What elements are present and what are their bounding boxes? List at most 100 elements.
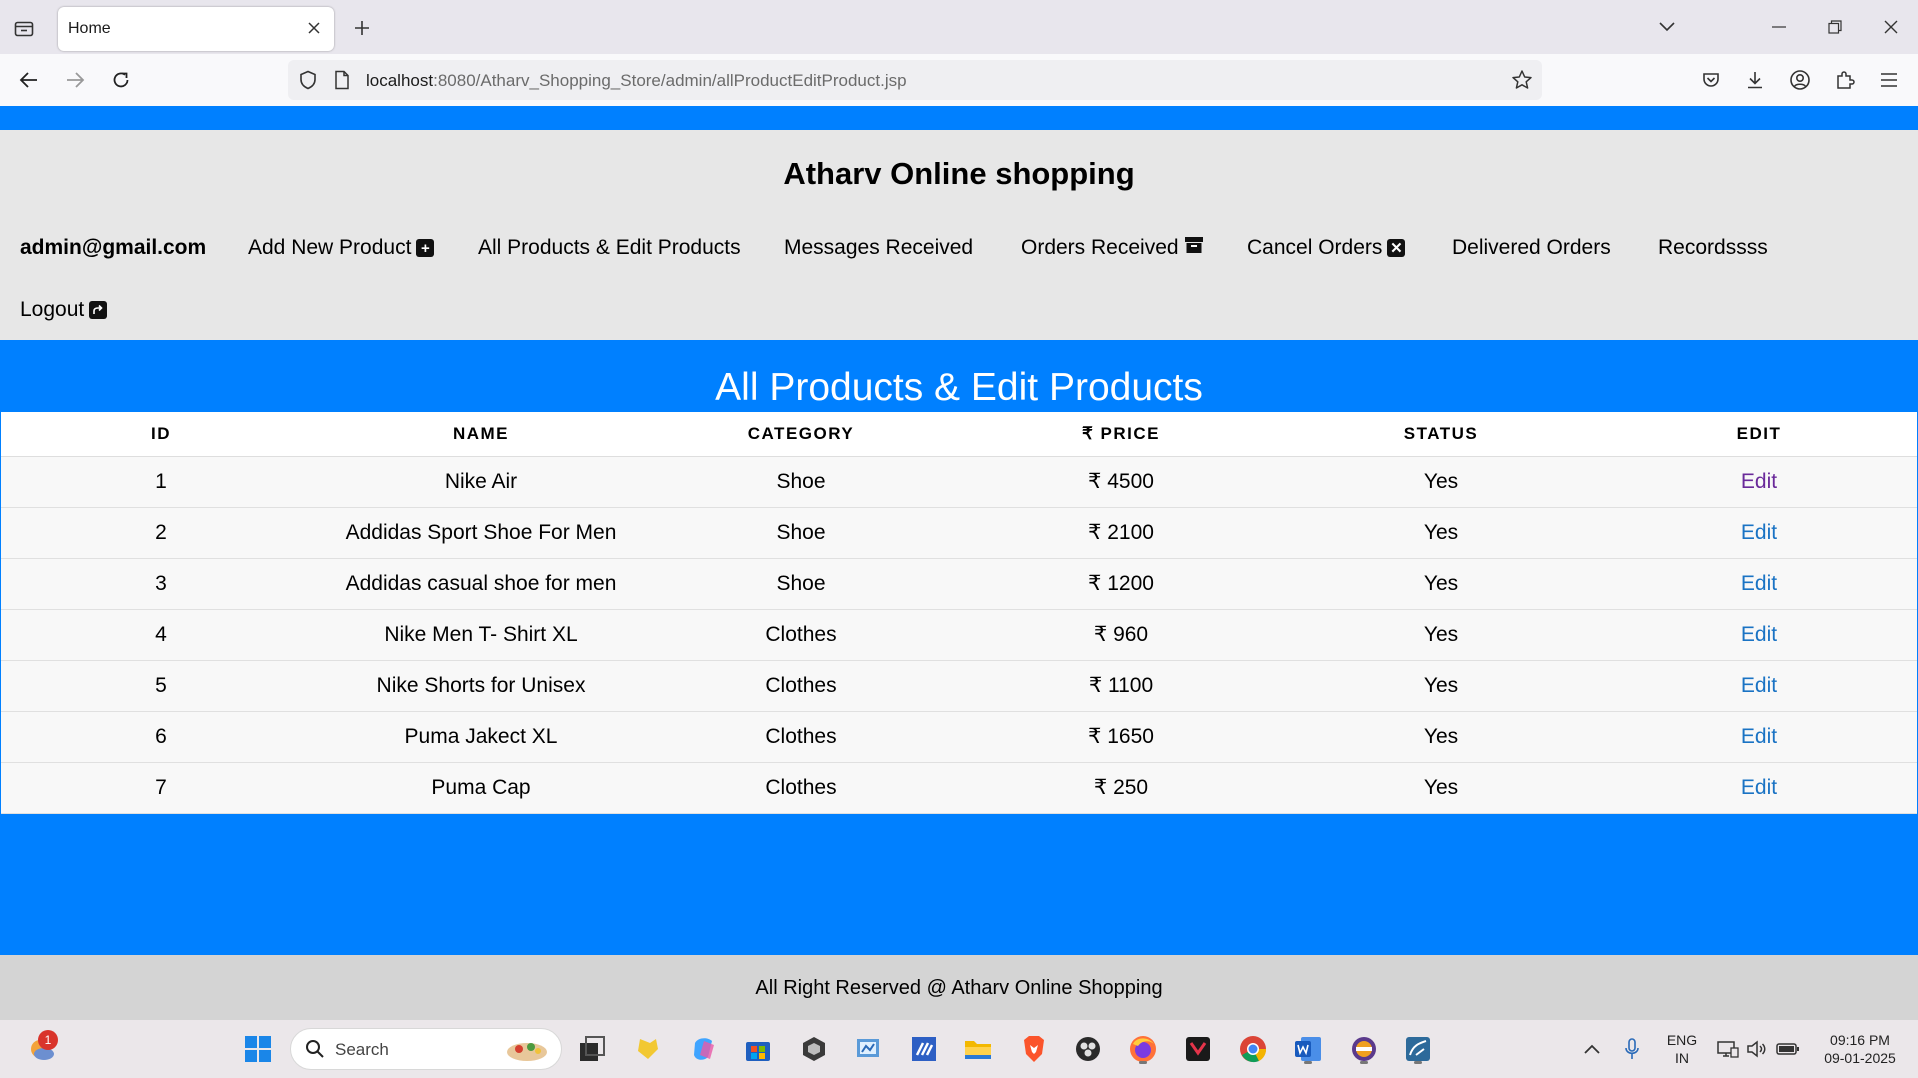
edit-link[interactable]: Edit: [1741, 521, 1777, 544]
running-indicator: [1414, 1061, 1422, 1064]
extensions-icon[interactable]: [1830, 65, 1860, 95]
cell-price: ₹ 960: [961, 609, 1281, 661]
site-footer: All Right Reserved @ Atharv Online Shopp…: [0, 955, 1918, 1020]
vs-code-icon[interactable]: [906, 1031, 942, 1067]
url-path: :8080/Atharv_Shopping_Store/admin/allPro…: [433, 71, 907, 90]
tab-title: Home: [68, 20, 111, 37]
cell-id: 2: [1, 507, 321, 559]
nav-logout-label: Logout: [20, 298, 85, 321]
nav-all-products[interactable]: All Products & Edit Products: [478, 236, 741, 260]
close-window-icon[interactable]: [1876, 12, 1906, 42]
copilot-icon[interactable]: [686, 1031, 722, 1067]
table-header-row: ID NAME CATEGORY ₹ PRICE STATUS EDIT: [1, 412, 1917, 457]
cell-price: ₹ 4500: [961, 456, 1281, 508]
column-header-status: STATUS: [1281, 412, 1601, 457]
mysql-workbench-icon[interactable]: [1400, 1031, 1436, 1067]
table-row: 6 Puma Jakect XL Clothes ₹ 1650 Yes Edit: [1, 711, 1917, 763]
brave-browser-icon[interactable]: [1016, 1031, 1052, 1067]
language-indicator[interactable]: ENG IN: [1662, 1031, 1702, 1067]
edit-link[interactable]: Edit: [1741, 572, 1777, 595]
tab-list-icon[interactable]: [10, 14, 38, 42]
nav-orders-received[interactable]: Orders Received: [1021, 236, 1204, 260]
nav-orders-label: Orders Received: [1021, 236, 1179, 259]
microphone-icon[interactable]: [1614, 1031, 1650, 1067]
cell-id: 1: [1, 456, 321, 508]
volume-icon[interactable]: [1738, 1031, 1774, 1067]
cell-category: Shoe: [641, 558, 961, 610]
nav-records-label: Recordssss: [1658, 236, 1768, 259]
eclipse-ide-icon[interactable]: [1346, 1031, 1382, 1067]
tab-overflow-chevron-icon[interactable]: [1652, 12, 1682, 42]
cell-edit: Edit: [1601, 507, 1917, 559]
downloads-icon[interactable]: [1740, 65, 1770, 95]
windows-start-icon[interactable]: [240, 1031, 276, 1067]
edit-link[interactable]: Edit: [1741, 470, 1777, 493]
word-icon[interactable]: [1290, 1031, 1326, 1067]
restore-icon[interactable]: [1820, 12, 1850, 42]
widgets-icon[interactable]: [630, 1031, 666, 1067]
clock[interactable]: 09:16 PM 09-01-2025: [1812, 1031, 1908, 1067]
url-text[interactable]: localhost:8080/Atharv_Shopping_Store/adm…: [366, 71, 907, 91]
browser-tab-active[interactable]: Home: [58, 7, 334, 51]
site-title: Atharv Online shopping: [783, 156, 1135, 191]
nav-add-new-product[interactable]: Add New Product +: [248, 236, 435, 260]
forward-arrow-icon[interactable]: [60, 65, 90, 95]
nav-add-new-product-label: Add New Product: [248, 236, 412, 259]
table-row: 4 Nike Men T- Shirt XL Clothes ₹ 960 Yes…: [1, 609, 1917, 661]
account-icon[interactable]: [1785, 65, 1815, 95]
nav-delivered-label: Delivered Orders: [1452, 236, 1611, 259]
nav-logout[interactable]: Logout: [20, 298, 108, 322]
show-hidden-icons-chevron-icon[interactable]: [1574, 1031, 1610, 1067]
cell-status: Yes: [1281, 558, 1601, 610]
edit-link[interactable]: Edit: [1741, 725, 1777, 748]
chrome-icon[interactable]: [1235, 1031, 1271, 1067]
admin-email: admin@gmail.com: [20, 236, 206, 260]
reload-icon[interactable]: [106, 65, 136, 95]
running-indicator: [1360, 1061, 1368, 1064]
cell-name: Addidas casual shoe for men: [321, 558, 641, 610]
address-bar[interactable]: localhost:8080/Atharv_Shopping_Store/adm…: [288, 60, 1542, 100]
edit-link[interactable]: Edit: [1741, 674, 1777, 697]
microsoft-store-icon[interactable]: [740, 1031, 776, 1067]
unity-hub-icon[interactable]: [796, 1031, 832, 1067]
page-icon[interactable]: [330, 68, 354, 92]
shield-icon[interactable]: [296, 68, 320, 92]
new-tab-icon[interactable]: [348, 14, 376, 42]
media-app-icon[interactable]: [1180, 1031, 1216, 1067]
cell-name: Puma Cap: [321, 762, 641, 814]
nav-delivered-orders[interactable]: Delivered Orders: [1452, 236, 1611, 260]
cell-price: ₹ 1650: [961, 711, 1281, 763]
battery-icon[interactable]: [1770, 1031, 1806, 1067]
close-square-icon: ✕: [1387, 239, 1406, 257]
nav-records[interactable]: Recordssss: [1658, 236, 1768, 260]
cell-name: Nike Air: [321, 456, 641, 508]
cell-category: Shoe: [641, 456, 961, 508]
nav-cancel-orders[interactable]: Cancel Orders ✕: [1247, 236, 1406, 260]
hamburger-menu-icon[interactable]: [1874, 65, 1904, 95]
column-header-id: ID: [1, 412, 321, 457]
column-header-edit: EDIT: [1601, 412, 1917, 457]
cell-edit: Edit: [1601, 660, 1917, 712]
minimize-icon[interactable]: [1764, 12, 1794, 42]
taskbar-search-box[interactable]: Search: [290, 1028, 562, 1070]
pocket-icon[interactable]: [1696, 65, 1726, 95]
back-arrow-icon[interactable]: [14, 65, 44, 95]
close-tab-icon[interactable]: [304, 18, 324, 38]
archive-box-icon: [1184, 236, 1204, 260]
cell-category: Shoe: [641, 507, 961, 559]
search-icon: [305, 1039, 325, 1064]
obs-studio-icon[interactable]: [1070, 1031, 1106, 1067]
file-explorer-icon[interactable]: [960, 1031, 996, 1067]
bookmark-star-icon[interactable]: [1510, 68, 1534, 92]
control-panel-icon[interactable]: [850, 1031, 886, 1067]
edit-link[interactable]: Edit: [1741, 623, 1777, 646]
firefox-icon[interactable]: [1125, 1031, 1161, 1067]
top-blue-stripe: [0, 106, 1918, 130]
notification-badge: 1: [38, 1030, 58, 1050]
taskbar: 1 Search ENG IN 09:16 PM 09-01-2025: [0, 1020, 1918, 1078]
task-view-icon[interactable]: [574, 1031, 610, 1067]
nav-messages-received[interactable]: Messages Received: [784, 236, 973, 260]
cell-edit: Edit: [1601, 762, 1917, 814]
column-header-category: CATEGORY: [641, 412, 961, 457]
edit-link[interactable]: Edit: [1741, 776, 1777, 799]
